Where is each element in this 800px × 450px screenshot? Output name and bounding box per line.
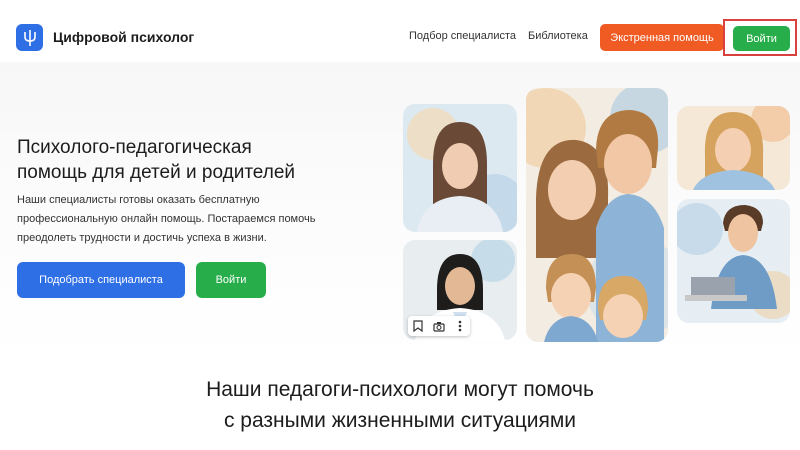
hero-description-line: Наши специалисты готовы оказать бесплатн… xyxy=(17,194,260,206)
camera-icon[interactable] xyxy=(432,319,446,333)
portrait-man-laptop-image xyxy=(677,199,790,323)
site-header: Цифровой психолог Подбор специалиста Биб… xyxy=(0,0,800,63)
hero-title-line: помощь для детей и родителей xyxy=(17,162,296,183)
hero-description-line: преодолеть трудности и достичь успеха в … xyxy=(17,232,267,244)
header-login-button[interactable]: Войти xyxy=(733,26,790,51)
emergency-help-button[interactable]: Экстренная помощь xyxy=(600,24,724,51)
image-toolbar xyxy=(408,316,470,336)
nav-find-specialist[interactable]: Подбор специалиста xyxy=(409,30,516,42)
section-title-line: с разными жизненными ситуациями xyxy=(223,409,577,432)
section-title: Наши педагоги-психологи могут помочь с р… xyxy=(0,374,800,436)
bookmark-icon[interactable] xyxy=(411,319,425,333)
hero-title-line: Психолого-педагогическая xyxy=(17,137,252,158)
brand-name[interactable]: Цифровой психолог xyxy=(53,29,194,45)
nav-library[interactable]: Библиотека xyxy=(528,30,588,42)
hero-description: Наши специалисты готовы оказать бесплатн… xyxy=(17,191,357,248)
pick-specialist-button[interactable]: Подобрать специалиста xyxy=(17,262,185,298)
portrait-blonde-woman-image xyxy=(677,106,790,190)
section-title-line: Наши педагоги-психологи могут помочь xyxy=(206,378,594,401)
more-vertical-icon[interactable] xyxy=(453,319,467,333)
hero-login-button[interactable]: Войти xyxy=(196,262,266,298)
family-portrait-image xyxy=(526,88,668,342)
hero-description-line: профессиональную онлайн помощь. Постарае… xyxy=(17,213,316,225)
portrait-woman-image xyxy=(403,104,517,232)
psi-logo-icon[interactable] xyxy=(16,24,43,51)
hero-title: Психолого-педагогическая помощь для дете… xyxy=(17,135,377,185)
login-highlight-box: Войти xyxy=(723,19,797,56)
